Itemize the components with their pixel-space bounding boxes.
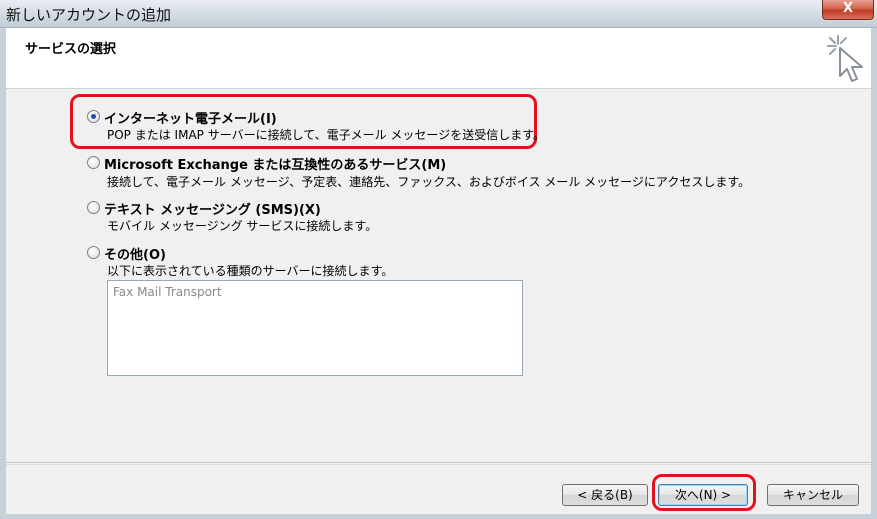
page-title: サービスの選択 <box>25 42 117 57</box>
wizard-header: サービスの選択 <box>6 28 871 89</box>
close-icon: X <box>842 1 854 16</box>
radio-sms[interactable] <box>87 201 100 214</box>
option-description: モバイル メッセージング サービスに接続します。 <box>107 219 378 233</box>
window-title: 新しいアカウントの追加 <box>6 6 172 24</box>
cancel-button[interactable]: キャンセル <box>767 484 859 506</box>
option-label[interactable]: その他(O) <box>104 244 166 263</box>
option-label[interactable]: テキスト メッセージング (SMS)(X) <box>104 199 321 218</box>
radio-other[interactable] <box>87 246 100 259</box>
option-label[interactable]: インターネット電子メール(I) <box>104 108 277 127</box>
list-item[interactable]: Fax Mail Transport <box>113 285 222 299</box>
wizard-footer: < 戻る(B) 次へ(N) > キャンセル <box>6 464 871 514</box>
window-frame-bottom <box>0 514 877 519</box>
service-selection-panel: インターネット電子メール(I) POP または IMAP サーバーに接続して、電… <box>6 89 871 464</box>
radio-internet-email[interactable] <box>87 110 100 123</box>
cursor-click-icon <box>827 35 863 82</box>
back-button[interactable]: < 戻る(B) <box>562 484 648 506</box>
option-label[interactable]: Microsoft Exchange または互換性のあるサービス(M) <box>104 154 446 173</box>
radio-exchange[interactable] <box>87 156 100 169</box>
option-description: 接続して、電子メール メッセージ、予定表、連絡先、ファックス、およびボイス メー… <box>107 175 751 189</box>
option-description: POP または IMAP サーバーに接続して、電子メール メッセージを送受信しま… <box>107 128 545 142</box>
window-title-bar[interactable]: 新しいアカウントの追加 X <box>0 0 877 28</box>
footer-divider <box>6 462 871 463</box>
other-services-list[interactable]: Fax Mail Transport <box>107 280 523 376</box>
option-description: 以下に表示されている種類のサーバーに接続します。 <box>107 264 394 278</box>
window-frame-right <box>871 28 877 519</box>
close-button[interactable]: X <box>822 0 874 20</box>
next-button[interactable]: 次へ(N) > <box>658 484 748 506</box>
